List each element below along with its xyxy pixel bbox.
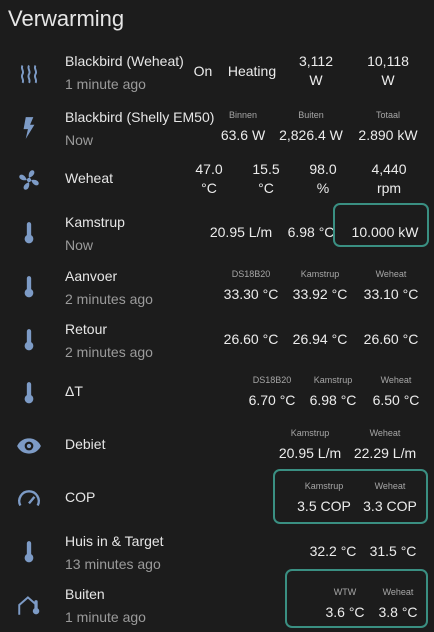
row-last-updated: 1 minute ago — [65, 609, 146, 625]
thermometer-icon — [16, 220, 42, 246]
thermometer-icon — [16, 327, 42, 353]
state-value: 2.890 kW — [358, 127, 418, 143]
state-value: rpm — [376, 180, 402, 196]
row-name: Retour — [65, 321, 108, 337]
thermometer-icon — [16, 380, 42, 406]
row-last-updated: Now — [65, 237, 94, 253]
gauge-icon — [16, 486, 42, 512]
state-cell[interactable]: 4,440 rpm — [344, 160, 434, 198]
row-name: Blackbird (Shelly EM50) — [65, 109, 215, 125]
row-weheat[interactable]: Weheat 47.0 °C 15.5 °C 98.0% 4,440 rpm — [0, 153, 434, 206]
state-label: Totaal — [375, 110, 401, 120]
row-name: Huis in & Target — [65, 533, 164, 549]
state-cell[interactable]: Weheat 33.10 °C — [346, 269, 434, 304]
state-value: 10,118 — [367, 53, 409, 69]
row-name: Buiten — [65, 586, 105, 602]
state-cell[interactable]: Weheat 6.50 °C — [351, 375, 434, 410]
state-value: W — [381, 72, 395, 88]
card-title: Verwarming — [8, 6, 125, 31]
row-last-updated: Now — [65, 132, 94, 148]
state-value: 33.10 °C — [363, 286, 419, 302]
eye-icon — [16, 433, 42, 459]
row-delta-t[interactable]: ΔT DS18B20 6.70 °C Kamstrup 6.98 °C Weheat 6.5… — [0, 366, 434, 419]
row-retour[interactable]: Retour 2 minutes ago 26.60 °C 26.94 °C 26.60… — [0, 313, 434, 366]
state-cell[interactable]: 10,118 W — [343, 52, 433, 90]
state-value: 6.50 °C — [372, 392, 420, 408]
row-name: Kamstrup — [65, 214, 125, 230]
row-last-updated: 1 minute ago — [65, 76, 146, 92]
heat-waves-icon — [16, 59, 42, 85]
home-thermometer-icon — [16, 592, 42, 618]
thermometer-icon — [16, 539, 42, 565]
state-label: Weheat — [369, 428, 401, 438]
state-value: 26.60 °C — [363, 331, 419, 347]
state-cell[interactable]: Totaal 2.890 kW — [343, 110, 433, 145]
row-last-updated: 2 minutes ago — [65, 291, 153, 307]
row-name: Debiet — [65, 436, 106, 452]
state-cell[interactable]: 26.60 °C — [346, 330, 434, 349]
highlight-box — [273, 469, 428, 524]
state-value: 31.5 °C — [369, 543, 417, 559]
highlight-box — [285, 569, 428, 628]
row-aanvoer[interactable]: Aanvoer 2 minutes ago DS18B20 33.30 °C Kamst… — [0, 260, 434, 313]
row-last-updated: 2 minutes ago — [65, 344, 153, 360]
state-label: Weheat — [375, 269, 407, 279]
row-name: ΔT — [65, 383, 83, 399]
state-value: 4,440 — [371, 161, 407, 177]
state-cell[interactable]: 31.5 °C — [348, 542, 434, 561]
row-blackbird-shelly[interactable]: Blackbird (Shelly EM50) Now Binnen 63.6 W Bu… — [0, 101, 434, 154]
state-label: Weheat — [380, 375, 412, 385]
state-value: 22.29 L/m — [353, 445, 417, 461]
row-name: Weheat — [65, 170, 113, 186]
row-last-updated: 13 minutes ago — [65, 556, 161, 572]
row-name: COP — [65, 489, 96, 505]
highlight-box — [333, 203, 429, 247]
thermometer-icon — [16, 274, 42, 300]
fan-icon — [16, 167, 42, 193]
state-cell[interactable]: Weheat 22.29 L/m — [340, 428, 430, 463]
row-blackbird-weheat[interactable]: Blackbird (Weheat) 1 minute ago On Heating 3… — [0, 45, 434, 98]
row-debiet[interactable]: Debiet Kamstrup 20.95 L/m Weheat 22.29 L/m — [0, 419, 434, 472]
row-name: Aanvoer — [65, 268, 118, 284]
flash-icon — [16, 115, 42, 141]
